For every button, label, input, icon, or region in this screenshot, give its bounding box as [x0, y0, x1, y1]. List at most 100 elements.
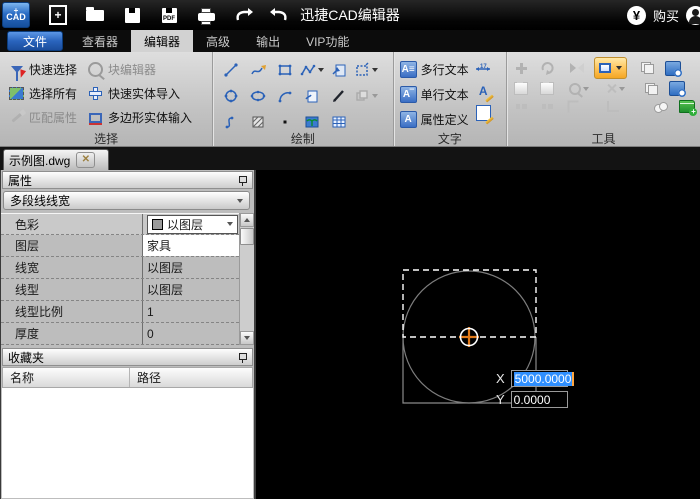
duplicate-icon [644, 82, 658, 95]
coordinate-y-input[interactable]: 0.0000 [510, 391, 568, 408]
undo-button[interactable] [232, 4, 254, 26]
scrollbar-thumb[interactable] [240, 228, 254, 245]
quick-select-button[interactable]: 快速选择 [8, 59, 77, 81]
chevron-down-icon [227, 222, 233, 226]
menu-file[interactable]: 文件 [7, 31, 64, 51]
save-icon [124, 7, 140, 23]
circle-tool[interactable] [217, 83, 244, 109]
pin-icon[interactable] [238, 352, 247, 363]
group-label-text: 文字 [437, 132, 462, 146]
edit-text-button[interactable]: A [475, 82, 494, 103]
fillet-tool[interactable] [565, 98, 582, 115]
display-mode-dropdown-icon[interactable] [615, 66, 622, 70]
buy-button[interactable]: 购买 [653, 6, 679, 25]
print-button[interactable] [195, 4, 217, 26]
group-tool[interactable] [352, 83, 379, 109]
new-file-button[interactable]: + [47, 4, 69, 26]
polyline-tool[interactable] [298, 57, 325, 83]
edit-attribute-button[interactable] [475, 104, 494, 125]
app-logo: + CAD [2, 2, 30, 28]
sketch-tool[interactable] [244, 57, 271, 83]
menu-vip[interactable]: VIP功能 [293, 30, 362, 52]
table-row-color[interactable]: 色彩 以图层 [1, 213, 239, 235]
mtext-button[interactable]: A≡ 多行文本 [399, 59, 469, 80]
single-text-button[interactable]: A‾ 单行文本 [399, 84, 469, 105]
scroll-up-button[interactable] [240, 213, 254, 227]
paste-tool[interactable] [513, 80, 530, 97]
properties-scrollbar[interactable] [239, 213, 254, 345]
properties-panel-title: 属性 [8, 173, 33, 188]
quick-entity-import-button[interactable]: 快速实体导入 [87, 83, 192, 104]
duplicate-tool[interactable] [643, 80, 660, 97]
chamfer-tool[interactable] [605, 98, 622, 115]
document-tab-bar: 示例图.dwg ✕ [0, 147, 700, 170]
pin-icon[interactable] [238, 175, 247, 186]
drawing-canvas[interactable]: X 5000.0000 Y 0.0000 [256, 170, 700, 499]
scroll-down-button[interactable] [240, 331, 254, 345]
copy-tool[interactable] [639, 60, 656, 77]
currency-icon[interactable]: ¥ [626, 5, 646, 25]
move-tool[interactable] [513, 60, 530, 77]
table-row-thickness[interactable]: 厚度 0 [1, 323, 239, 345]
text-scale-icon: 17 [476, 64, 491, 71]
table-row-linetype[interactable]: 线型 以图层 [1, 279, 239, 301]
pen-tool[interactable] [325, 83, 352, 109]
circles-tool[interactable] [653, 98, 670, 115]
table-row-layer[interactable]: 图层 家具 [1, 235, 239, 257]
text-scale-button[interactable]: 17 [475, 60, 492, 77]
update-block-tool[interactable] [665, 60, 683, 77]
favorites-list-empty[interactable] [2, 388, 253, 498]
favorites-col-name[interactable]: 名称 [3, 368, 130, 387]
display-mode-button[interactable] [593, 57, 627, 79]
move-block-tool[interactable] [325, 57, 352, 83]
document-tab[interactable]: 示例图.dwg ✕ [3, 149, 109, 170]
add-to-library-tool[interactable] [679, 98, 698, 116]
polygon-entity-input-button[interactable]: 多边形实体输入 [87, 107, 192, 128]
menu-editor[interactable]: 编辑器 [131, 30, 194, 52]
open-file-button[interactable] [84, 4, 106, 26]
arc-tool[interactable] [271, 83, 298, 109]
print-icon [197, 8, 215, 25]
line-tool[interactable] [217, 57, 244, 83]
menu-output[interactable]: 输出 [243, 30, 293, 52]
redo-button[interactable] [269, 4, 291, 26]
align-tool[interactable] [539, 98, 556, 115]
rotate-tool[interactable] [539, 60, 556, 77]
attribute-define-button[interactable]: A 属性定义 [399, 109, 469, 130]
quick-toolbar: + PDF [47, 4, 291, 26]
group-dropdown-icon[interactable] [371, 94, 378, 98]
boundary-dropdown-icon[interactable] [371, 68, 378, 72]
paste-block-tool[interactable] [539, 80, 556, 97]
ole-object-tool[interactable] [298, 83, 325, 109]
distribute-tool[interactable] [513, 98, 530, 115]
match-properties-button[interactable]: 匹配属性 [8, 107, 77, 128]
favorites-col-path[interactable]: 路径 [130, 368, 252, 387]
save-button[interactable] [121, 4, 143, 26]
color-dropdown[interactable]: 以图层 [147, 214, 238, 234]
update-attribute-tool[interactable] [669, 80, 687, 97]
ellipse-tool[interactable] [244, 83, 271, 109]
block-editor-button[interactable]: 块编辑器 [87, 59, 192, 80]
redo-icon [270, 8, 287, 21]
polyline-dropdown-icon[interactable] [317, 68, 324, 72]
group-label-draw: 绘制 [290, 132, 315, 146]
coordinate-x-row: X 5000.0000 [496, 370, 575, 387]
ribbon-group-draw: 绘制 [213, 52, 394, 146]
rectangle-tool[interactable] [271, 57, 298, 83]
coordinate-x-input[interactable]: 5000.0000 [510, 370, 575, 387]
boundary-tool[interactable] [352, 57, 379, 83]
menu-advanced[interactable]: 高级 [193, 30, 243, 52]
table-row-lineweight[interactable]: 线宽 以图层 [1, 257, 239, 279]
mirror-tool[interactable] [565, 60, 585, 77]
menu-viewer[interactable]: 查看器 [69, 30, 131, 52]
tab-close-button[interactable]: ✕ [76, 152, 96, 168]
ribbon-group-tools: 工具 [507, 52, 700, 146]
property-type-selector[interactable]: 多段线线宽 [3, 191, 250, 210]
select-all-button[interactable]: 选择所有 [8, 83, 77, 104]
image-icon [305, 116, 319, 128]
save-as-pdf-button[interactable]: PDF [158, 4, 180, 26]
user-account-icon[interactable] [686, 5, 700, 25]
zoom-entity-tool[interactable] [565, 80, 593, 97]
table-row-linetype-scale[interactable]: 线型比例 1 [1, 301, 239, 323]
erase-tool[interactable] [602, 80, 630, 97]
